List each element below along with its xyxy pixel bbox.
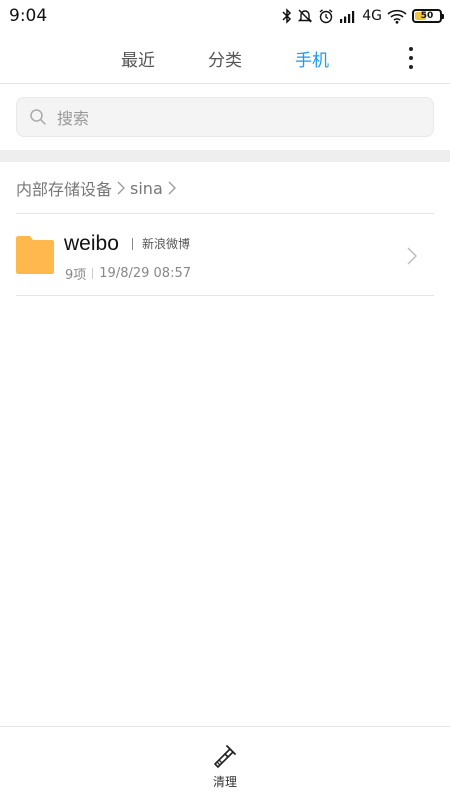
file-meta: 9项 19/8/29 08:57	[65, 264, 191, 283]
folder-icon	[16, 236, 54, 274]
alarm-icon	[319, 9, 333, 24]
bluetooth-icon	[282, 8, 292, 24]
tab-phone[interactable]: 手机	[295, 46, 329, 71]
modified-date: 19/8/29 08:57	[99, 266, 191, 281]
item-count: 9项	[65, 268, 87, 283]
tag-divider	[132, 238, 133, 250]
search-input[interactable]: 搜索	[16, 97, 434, 137]
breadcrumb-sina[interactable]: sina	[130, 179, 163, 198]
breadcrumb-internal-storage[interactable]: 内部存储设备	[16, 176, 112, 200]
tab-bar: 最近 分类 手机	[0, 32, 450, 84]
battery-icon: 50	[412, 9, 444, 23]
more-dot-icon	[409, 65, 413, 69]
notifications-off-icon	[298, 9, 313, 23]
more-dot-icon	[409, 47, 413, 51]
broom-icon	[214, 745, 236, 768]
chevron-right-icon	[407, 247, 417, 265]
bottom-bar: 清理	[0, 726, 450, 800]
status-icons: 4G 50	[282, 6, 444, 26]
signal-icon	[340, 11, 355, 23]
chevron-right-icon	[168, 181, 176, 195]
meta-divider	[92, 268, 94, 279]
breadcrumb: 内部存储设备 sina	[16, 176, 181, 200]
file-manager-screen: 9:04 4G 50 最近 分类 手机 搜索 内部存储设备 sina weibo…	[0, 0, 450, 800]
clean-label: 清理	[212, 775, 237, 789]
battery-level: 50	[420, 10, 434, 21]
chevron-right-icon	[117, 181, 125, 195]
clean-button[interactable]: 清理	[200, 739, 250, 791]
more-options-button[interactable]	[398, 44, 424, 72]
search-placeholder: 搜索	[57, 109, 90, 128]
search-icon	[30, 109, 46, 125]
row-divider	[16, 295, 434, 296]
wifi-icon	[387, 9, 407, 24]
status-time: 9:04	[9, 6, 48, 26]
status-bar: 9:04 4G 50	[0, 0, 450, 32]
file-tag: 新浪微博	[142, 237, 191, 251]
list-item[interactable]: weibo 新浪微博 9项 19/8/29 08:57	[0, 214, 450, 295]
section-divider	[0, 150, 450, 162]
network-type: 4G	[362, 8, 382, 24]
tab-recent[interactable]: 最近	[121, 46, 155, 71]
more-dot-icon	[409, 56, 413, 60]
tab-category[interactable]: 分类	[208, 46, 242, 71]
file-name: weibo	[64, 232, 119, 255]
